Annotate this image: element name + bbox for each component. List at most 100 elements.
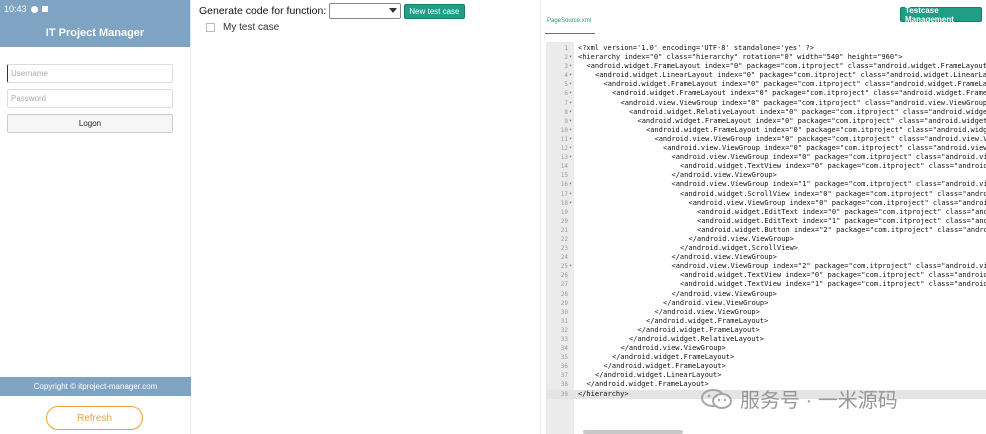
code-line: 9 ▾ <android.widget.FrameLayout index="0" … <box>546 117 986 126</box>
code-line: 27 <android.widget.TextView index="1" pac… <box>546 280 986 289</box>
test-case-item[interactable]: My test case <box>206 22 279 33</box>
status-time: 10:43 <box>4 4 27 14</box>
code-text: <android.widget.FrameLayout index="0" pa… <box>646 125 986 134</box>
fold-toggle-icon[interactable]: ▾ <box>569 62 572 71</box>
line-number: 16 <box>560 181 568 189</box>
code-text: <android.widget.RelativeLayout index="0"… <box>629 107 986 116</box>
line-number: 31 <box>560 317 568 325</box>
line-number: 38 <box>560 381 568 389</box>
code-line: 37 </android.widget.LinearLayout> <box>546 371 986 380</box>
password-placeholder: Password <box>11 94 47 103</box>
password-field[interactable]: Password <box>7 89 173 108</box>
code-text: <android.widget.TextView index="0" packa… <box>680 162 986 171</box>
code-text: <android.widget.TextView index="0" packa… <box>680 271 986 280</box>
copyright-footer: Copyright © itproject-manager.com <box>0 377 191 396</box>
logon-button[interactable]: Logon <box>7 114 173 133</box>
code-text: </android.view.ViewGroup> <box>663 298 769 307</box>
device-status-bar: 10:43 <box>0 0 566 434</box>
line-number: 17 <box>560 190 568 198</box>
code-line: 17 ▾ <android.widget.ScrollView index="0" … <box>546 190 986 199</box>
code-text: <android.view.ViewGroup index="2" packag… <box>671 262 986 271</box>
line-number: 15 <box>560 172 568 180</box>
code-text: </android.widget.FrameLayout> <box>637 325 760 334</box>
line-number: 8 <box>564 108 568 116</box>
code-text: <android.widget.FrameLayout index="0" pa… <box>603 80 986 89</box>
copyright-text: Copyright © itproject-manager.com <box>33 382 158 391</box>
fold-toggle-icon[interactable]: ▾ <box>569 89 572 98</box>
line-number: 22 <box>560 235 568 243</box>
fold-toggle-icon[interactable]: ▾ <box>569 71 572 80</box>
line-number: 5 <box>564 81 568 89</box>
line-number: 23 <box>560 245 568 253</box>
fold-toggle-icon[interactable]: ▾ <box>569 126 572 135</box>
code-line: 34 </android.view.ViewGroup> <box>546 344 986 353</box>
generate-code-row: Generate code for function: New test cas… <box>199 3 465 19</box>
refresh-button[interactable]: Refresh <box>46 406 143 430</box>
fold-toggle-icon[interactable]: ▾ <box>569 117 572 126</box>
code-text: <android.widget.EditText index="0" packa… <box>697 207 986 216</box>
fold-toggle-icon[interactable]: ▾ <box>569 180 572 189</box>
code-text: <android.view.ViewGroup index="1" packag… <box>671 180 986 189</box>
line-number: 27 <box>560 281 568 289</box>
line-number: 4 <box>564 72 568 80</box>
code-line: 31 </android.widget.FrameLayout> <box>546 317 986 326</box>
fold-toggle-icon[interactable]: ▾ <box>569 144 572 153</box>
line-number: 39 <box>560 390 568 398</box>
line-number: 11 <box>560 135 568 143</box>
line-number: 28 <box>560 290 568 298</box>
fold-toggle-icon[interactable]: ▾ <box>569 135 572 144</box>
code-line: 28 </android.view.ViewGroup> <box>546 290 986 299</box>
line-number: 9 <box>564 117 568 125</box>
code-text: </android.view.ViewGroup> <box>671 253 777 262</box>
generate-code-label: Generate code for function: <box>199 5 327 17</box>
fold-toggle-icon[interactable]: ▾ <box>569 80 572 89</box>
fold-toggle-icon[interactable]: ▾ <box>569 108 572 117</box>
new-test-case-label: New test case <box>409 6 460 16</box>
code-text: <android.widget.FrameLayout index="0" pa… <box>637 116 986 125</box>
code-line: 19 <android.widget.EditText index="0" pac… <box>546 208 986 217</box>
code-editor[interactable]: 1 <?xml version='1.0' encoding='UTF-8' st… <box>546 42 986 434</box>
code-line: 4 ▾ <android.widget.LinearLayout index="0"… <box>546 71 986 80</box>
testcase-management-button[interactable]: Testcase Management <box>900 6 982 24</box>
line-number: 1 <box>564 45 568 52</box>
watermark: 服务号 · 一米源码 <box>700 384 898 413</box>
horizontal-scrollbar[interactable] <box>583 430 683 434</box>
line-number: 10 <box>560 126 568 134</box>
code-text: <android.widget.EditText index="1" packa… <box>697 216 986 225</box>
line-number: 19 <box>560 208 568 216</box>
chevron-down-icon <box>389 8 398 13</box>
test-case-checkbox[interactable] <box>206 23 215 32</box>
code-text: </android.view.ViewGroup> <box>671 289 777 298</box>
line-number: 3 <box>564 63 568 71</box>
code-line: 22 </android.view.ViewGroup> <box>546 235 986 244</box>
line-number: 13 <box>560 154 568 162</box>
code-text: <?xml version='1.0' encoding='UTF-8' sta… <box>578 44 815 52</box>
fold-toggle-icon[interactable]: ▾ <box>569 190 572 199</box>
logon-label: Logon <box>78 119 102 128</box>
new-test-case-button[interactable]: New test case <box>404 3 465 19</box>
fold-toggle-icon[interactable]: ▾ <box>569 99 572 108</box>
line-number: 32 <box>560 326 568 334</box>
code-line: 23 </android.widget.ScrollView> <box>546 244 986 253</box>
notification-square-icon <box>41 6 48 12</box>
fold-toggle-icon[interactable]: ▾ <box>569 199 572 208</box>
tab-page-source[interactable]: PageSource.xml <box>547 18 591 24</box>
code-line: 24 </android.view.ViewGroup> <box>546 253 986 262</box>
fold-toggle-icon[interactable]: ▾ <box>569 262 572 271</box>
fold-toggle-icon[interactable]: ▾ <box>569 53 572 62</box>
code-line: 21 <android.widget.Button index="2" packa… <box>546 226 986 235</box>
code-line: 6 ▾ <android.widget.FrameLayout index="0" … <box>546 89 986 98</box>
line-number: 6 <box>564 90 568 98</box>
line-number: 35 <box>560 354 568 362</box>
username-field[interactable]: Username <box>7 64 173 83</box>
fold-toggle-icon[interactable]: ▾ <box>569 153 572 162</box>
code-line: 14 <android.widget.TextView index="0" pac… <box>546 162 986 171</box>
code-text: <android.widget.LinearLayout index="0" p… <box>595 71 986 80</box>
code-line: 2 ▾ <hierarchy index="0" class="hierarchy"… <box>546 53 986 62</box>
code-text: </android.view.ViewGroup> <box>654 307 760 316</box>
code-line: 5 ▾ <android.widget.FrameLayout index="0" … <box>546 80 986 89</box>
wechat-icon <box>701 388 732 409</box>
function-select[interactable] <box>329 3 402 19</box>
code-line: 35 </android.widget.FrameLayout> <box>546 353 986 362</box>
code-line: 32 </android.widget.FrameLayout> <box>546 326 986 335</box>
